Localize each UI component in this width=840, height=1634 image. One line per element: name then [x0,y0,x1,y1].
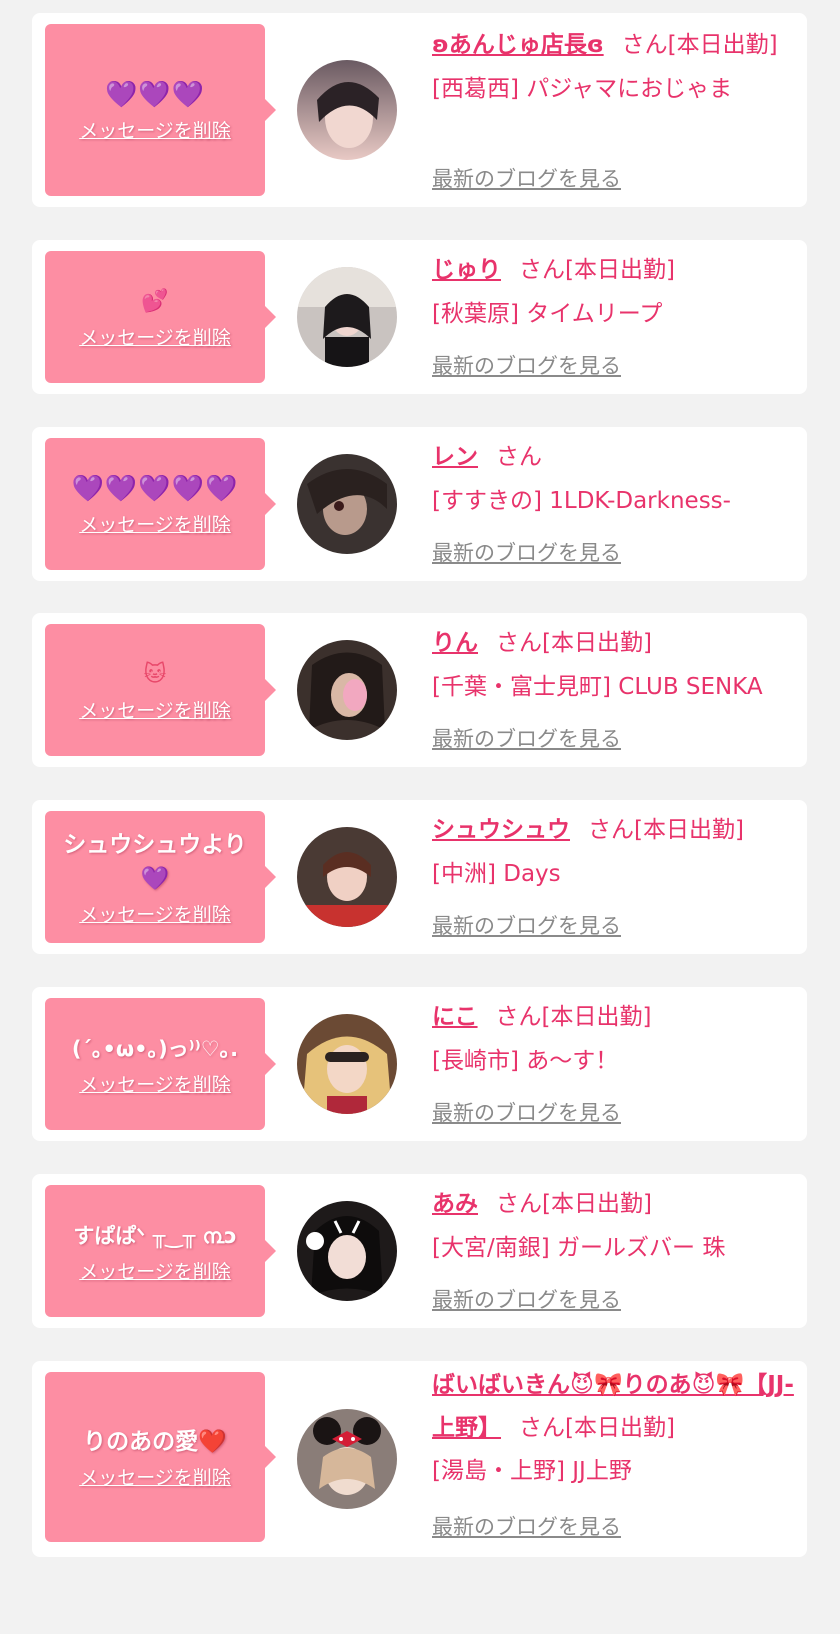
cast-info: レン さん [すすきの] 1LDK-Darkness- [432,435,797,523]
delete-message-link[interactable]: メッセージを削除 [79,696,231,723]
message-card: シュウシュウより💜 メッセージを削除 シュウシュウ さん[本日出勤] [中洲] D… [32,800,807,954]
cast-suffix: さん[本日出勤] [519,1415,675,1441]
message-bubble: シュウシュウより💜 メッセージを削除 [45,811,265,943]
message-text: 🐱 [143,661,167,687]
view-blog-link[interactable]: 最新のブログを見る [432,163,621,193]
view-blog-link[interactable]: 最新のブログを見る [432,1511,621,1541]
delete-message-link[interactable]: メッセージを削除 [79,1070,231,1097]
cast-avatar[interactable] [297,60,397,160]
cast-avatar[interactable] [297,267,397,367]
cast-name-line: あみ さん[本日出勤] [432,1182,797,1226]
shop-name: [秋葉原] タイムリープ [432,301,663,327]
shop-name: [すすきの] 1LDK-Darkness- [432,488,731,514]
message-text: りのあの愛❤️ [83,1428,227,1455]
cast-avatar[interactable] [297,1014,397,1114]
message-text: 💜💜💜💜💜 [71,473,239,504]
cast-suffix: さん[本日出勤] [496,630,652,656]
cast-name-link[interactable]: にこ [432,1004,478,1030]
message-card: 💜💜💜💜💜 メッセージを削除 レン さん [すすきの] 1LDK-Darkness… [32,427,807,581]
cast-avatar[interactable] [297,1409,397,1509]
delete-message-link[interactable]: メッセージを削除 [79,1463,231,1490]
cast-name-line: ʚあんじゅ店長ɞ さん[本日出勤] [432,23,797,67]
message-card: 💕 メッセージを削除 じゅり さん[本日出勤] [秋葉原] タイムリープ 最新のブ… [32,240,807,394]
message-text: (´｡•ω•｡)っ⁾⁾♡｡. [71,1036,239,1061]
message-bubble: (´｡•ω•｡)っ⁾⁾♡｡. メッセージを削除 [45,998,265,1130]
cast-info: じゅり さん[本日出勤] [秋葉原] タイムリープ [432,248,797,336]
cast-avatar[interactable] [297,1201,397,1301]
cast-info: あみ さん[本日出勤] [大宮/南銀] ガールズバー 珠 [432,1182,797,1270]
cast-info: ばいばいきん😈🎀りのあ😈🎀【JJ-上野】 さん[本日出勤] [湯島・上野] JJ上… [432,1364,797,1493]
cast-suffix: さん [496,444,542,470]
view-blog-link[interactable]: 最新のブログを見る [432,723,621,753]
delete-message-link[interactable]: メッセージを削除 [79,510,231,537]
shop-name: [中洲] Days [432,861,561,887]
message-card: 🐱 メッセージを削除 りん さん[本日出勤] [千葉・富士見町] CLUB SEN… [32,613,807,767]
message-bubble: りのあの愛❤️ メッセージを削除 [45,1372,265,1542]
cast-info: シュウシュウ さん[本日出勤] [中洲] Days [432,808,797,896]
cast-name-link[interactable]: ʚあんじゅ店長ɞ [432,32,604,58]
view-blog-link[interactable]: 最新のブログを見る [432,1284,621,1314]
view-blog-link[interactable]: 最新のブログを見る [432,350,621,380]
cast-name-line: にこ さん[本日出勤] [432,995,797,1039]
cast-name-link[interactable]: あみ [432,1191,478,1217]
message-bubble: 💜💜💜 メッセージを削除 [45,24,265,196]
view-blog-link[interactable]: 最新のブログを見る [432,910,621,940]
cast-suffix: さん[本日出勤] [519,257,675,283]
shop-name: [湯島・上野] JJ上野 [432,1458,632,1484]
message-text: 💜💜💜 [104,79,206,110]
message-text: すぱぱᐠ ╥‿╥ ൩ɔ [73,1223,237,1248]
message-text: シュウシュウより💜 [63,831,247,892]
cast-name-link[interactable]: りん [432,630,478,656]
view-blog-link[interactable]: 最新のブログを見る [432,1097,621,1127]
shop-name: [千葉・富士見町] CLUB SENKA [432,674,763,700]
message-bubble: すぱぱᐠ ╥‿╥ ൩ɔ メッセージを削除 [45,1185,265,1317]
message-card: りのあの愛❤️ メッセージを削除 ばいばいきん😈🎀りのあ😈🎀【JJ-上野】 さん[… [32,1361,807,1557]
delete-message-link[interactable]: メッセージを削除 [79,116,231,143]
shop-name: [西葛西] パジャマにおじゃま [432,76,733,102]
message-card: すぱぱᐠ ╥‿╥ ൩ɔ メッセージを削除 あみ さん[本日出勤] [大宮/南銀] … [32,1174,807,1328]
shop-name: [長崎市] あ〜す！ [432,1048,619,1074]
message-bubble: 💜💜💜💜💜 メッセージを削除 [45,438,265,570]
cast-info: りん さん[本日出勤] [千葉・富士見町] CLUB SENKA [432,621,797,709]
message-bubble: 💕 メッセージを削除 [45,251,265,383]
cast-suffix: さん[本日出勤] [496,1191,652,1217]
cast-name-link[interactable]: じゅり [432,257,501,283]
cast-name-line: じゅり さん[本日出勤] [432,248,797,292]
cast-name-line: りん さん[本日出勤] [432,621,797,665]
message-card: (´｡•ω•｡)っ⁾⁾♡｡. メッセージを削除 にこ さん[本日出勤] [長崎市]… [32,987,807,1141]
message-card: 💜💜💜 メッセージを削除 ʚあんじゅ店長ɞ さん[本日出勤] [西葛西] パジャマ… [32,13,807,207]
message-bubble: 🐱 メッセージを削除 [45,624,265,756]
shop-name: [大宮/南銀] ガールズバー 珠 [432,1235,726,1261]
view-blog-link[interactable]: 最新のブログを見る [432,537,621,567]
cast-name-line: レン さん [432,435,797,479]
delete-message-link[interactable]: メッセージを削除 [79,323,231,350]
cast-name-line: ばいばいきん😈🎀りのあ😈🎀【JJ-上野】 さん[本日出勤] [432,1364,797,1450]
cast-name-link[interactable]: レン [432,444,478,470]
cast-suffix: さん[本日出勤] [588,817,744,843]
cast-avatar[interactable] [297,454,397,554]
delete-message-link[interactable]: メッセージを削除 [79,900,231,927]
cast-name-link[interactable]: シュウシュウ [432,817,570,843]
cast-suffix: さん[本日出勤] [495,1004,652,1030]
delete-message-link[interactable]: メッセージを削除 [79,1257,231,1284]
cast-avatar[interactable] [297,640,397,740]
cast-info: ʚあんじゅ店長ɞ さん[本日出勤] [西葛西] パジャマにおじゃま [432,23,797,111]
cast-avatar[interactable] [297,827,397,927]
cast-name-line: シュウシュウ さん[本日出勤] [432,808,797,852]
cast-info: にこ さん[本日出勤] [長崎市] あ〜す！ [432,995,797,1083]
cast-suffix: さん[本日出勤] [621,32,778,58]
message-text: 💕 [141,288,169,314]
